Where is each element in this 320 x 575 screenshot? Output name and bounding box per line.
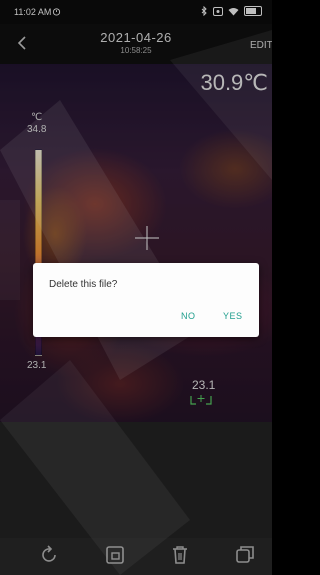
delete-confirm-dialog: Delete this file? NO YES [33, 263, 259, 337]
dialog-message: Delete this file? [49, 279, 118, 290]
yes-button[interactable]: YES [223, 311, 243, 321]
screen: 11:02 AM 2021-04-26 10:58:25 EDIT 30.9℃ … [0, 0, 272, 575]
no-button[interactable]: NO [181, 311, 196, 321]
